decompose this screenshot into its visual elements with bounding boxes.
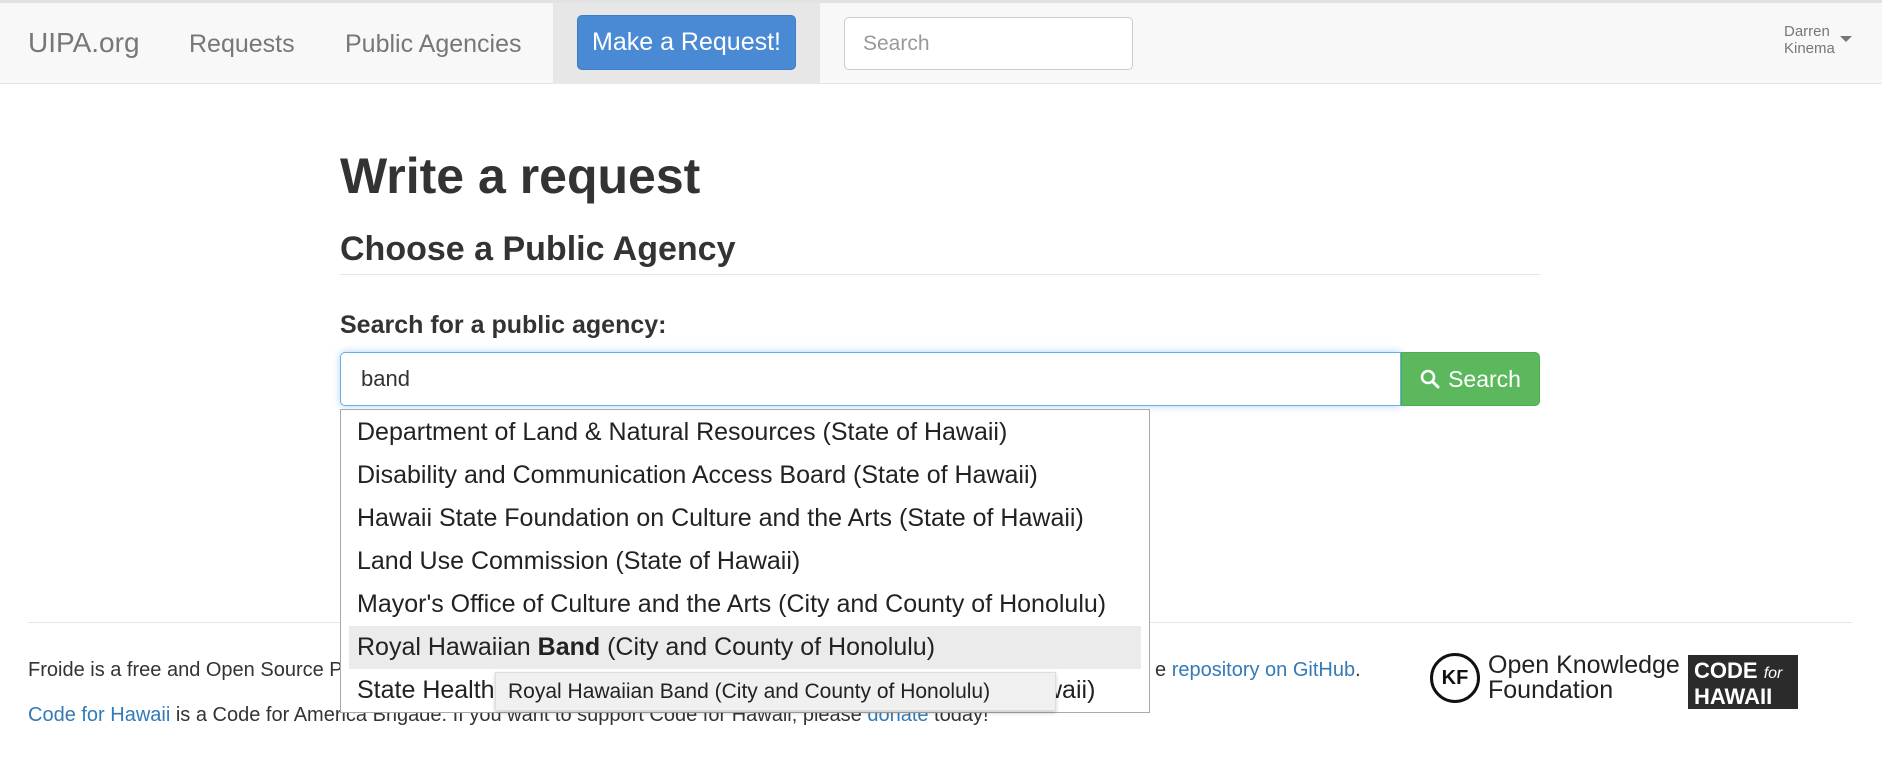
make-request-button[interactable]: Make a Request! (577, 15, 796, 70)
autocomplete-item-text: Mayor's Office of Culture and the Arts (… (357, 590, 1107, 618)
tooltip: Royal Hawaiian Band (City and County of … (495, 672, 1056, 711)
autocomplete-item-active[interactable]: Royal Hawaiian Band (City and County of … (349, 626, 1141, 669)
search-icon (1420, 369, 1440, 389)
autocomplete-item-text: Disability and Communication Access Boar… (357, 461, 1038, 489)
okf-wordmark: Open Knowledge Foundation (1488, 653, 1680, 703)
footer-line-1-end: . (1355, 659, 1361, 681)
autocomplete-item-text: Royal Hawaiian (357, 633, 538, 661)
autocomplete-dropdown: Department of Land & Natural Resources (… (340, 409, 1150, 713)
autocomplete-item-text: State Health (357, 676, 495, 704)
search-button[interactable]: Search (1401, 352, 1540, 406)
footer-line-1: Froide is a free and Open Source P (28, 659, 343, 682)
page-title: Write a request (340, 148, 701, 204)
agency-search-input[interactable]: band (340, 352, 1401, 406)
section-divider (340, 274, 1540, 275)
nav-search-input[interactable]: Search (844, 17, 1133, 70)
autocomplete-item[interactable]: Mayor's Office of Culture and the Arts (… (349, 583, 1141, 626)
okf-mark-icon: KF (1430, 653, 1480, 703)
caret-down-icon[interactable] (1840, 36, 1852, 42)
brand-link[interactable]: UIPA.org (28, 27, 140, 59)
autocomplete-item-text: Department of Land & Natural Resources (… (357, 418, 1008, 446)
autocomplete-item-text: Land Use Commission (State of Hawaii) (357, 547, 801, 575)
cfh-hawaii: HAWAII (1694, 684, 1773, 709)
autocomplete-item-text: Hawaii State Foundation on Culture and t… (357, 504, 1084, 532)
autocomplete-item[interactable]: Department of Land & Natural Resources (… (349, 411, 1141, 454)
user-first-name: Darren (1784, 23, 1830, 40)
search-button-label: Search (1448, 365, 1521, 392)
autocomplete-match-highlight: Band (537, 633, 601, 661)
footer-line-1-right: e repository on GitHub. (1155, 659, 1361, 682)
autocomplete-item[interactable]: Land Use Commission (State of Hawaii) (349, 540, 1141, 583)
github-link[interactable]: repository on GitHub (1172, 659, 1355, 681)
user-menu[interactable]: Darren Kinema (1784, 23, 1835, 57)
footer-line-1-prefix: e (1155, 659, 1167, 681)
okf-line-2: Foundation (1488, 676, 1614, 704)
section-title: Choose a Public Agency (340, 230, 736, 268)
autocomplete-item[interactable]: Hawaii State Foundation on Culture and t… (349, 497, 1141, 540)
navbar: UIPA.org Requests Public Agencies Make a… (0, 3, 1882, 84)
code-for-hawaii-link[interactable]: Code for Hawaii (28, 704, 170, 726)
code-for-hawaii-logo[interactable]: CODE for HAWAII (1688, 655, 1798, 709)
autocomplete-item[interactable]: Disability and Communication Access Boar… (349, 454, 1141, 497)
search-label: Search for a public agency: (340, 311, 667, 339)
footer-line-1-text: Froide is a free and Open Source P (28, 659, 343, 681)
okf-line-1: Open Knowledge (1488, 651, 1680, 679)
nav-public-agencies-link[interactable]: Public Agencies (345, 30, 522, 59)
nav-requests-link[interactable]: Requests (189, 30, 295, 59)
user-last-name: Kinema (1784, 40, 1835, 57)
autocomplete-item-text: (City and County of Honolulu) (600, 633, 936, 661)
cfh-code: CODE (1694, 658, 1758, 683)
cfh-for: for (1763, 665, 1783, 682)
open-knowledge-foundation-logo[interactable]: KF Open Knowledge Foundation (1430, 653, 1680, 703)
